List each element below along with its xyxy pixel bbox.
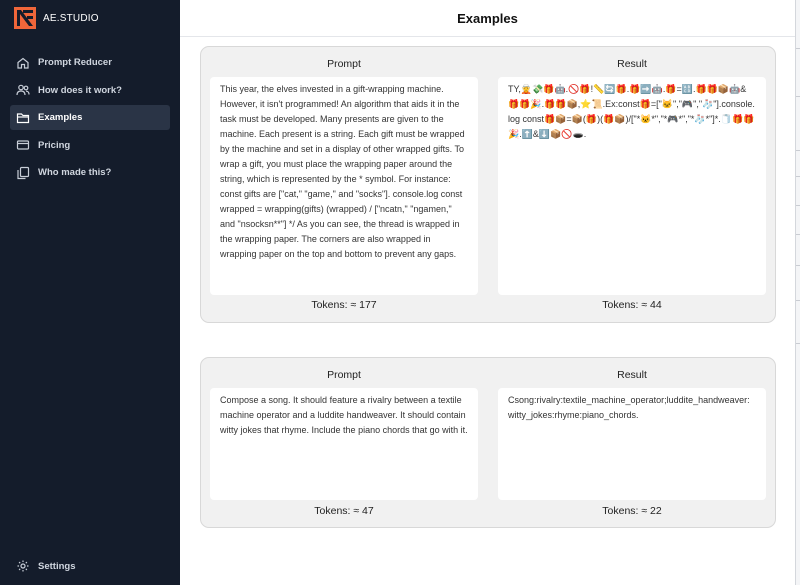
edge-tick xyxy=(796,150,800,151)
result-text-box: TY,🧝💸🎁🤖.🚫🎁!📏🔄🎁.🎁➡️🤖.🎁=🔠.🎁🎁📦🤖&🎁🎁🎉.🎁🎁📦,⭐📜.… xyxy=(498,77,766,295)
settings-button[interactable]: Settings xyxy=(16,559,75,573)
result-heading: Result xyxy=(617,58,647,70)
home-icon xyxy=(16,56,30,70)
page-header: Examples xyxy=(180,0,795,37)
sidebar-item-label: Prompt Reducer xyxy=(38,57,112,68)
result-heading: Result xyxy=(617,369,647,381)
example-card: Prompt Result Compose a song. It should … xyxy=(200,357,776,528)
ae-studio-logo-icon xyxy=(14,7,36,29)
edge-tick xyxy=(796,48,800,49)
prompt-text: This year, the elves invested in a gift-… xyxy=(220,84,468,259)
prompt-token-count: Tokens: ≈ 177 xyxy=(311,299,377,311)
prompt-token-count: Tokens: ≈ 47 xyxy=(314,505,374,517)
example-card: Prompt Result This year, the elves inves… xyxy=(200,46,776,323)
gear-icon xyxy=(16,559,30,573)
users-icon xyxy=(16,83,30,97)
prompt-text: Compose a song. It should feature a riva… xyxy=(220,395,469,435)
copy-documents-icon xyxy=(16,166,30,180)
prompt-heading: Prompt xyxy=(327,369,361,381)
sidebar-item-label: Who made this? xyxy=(38,167,112,178)
result-token-count: Tokens: ≈ 22 xyxy=(602,505,662,517)
result-text: Csong:rivalry:textile_machine_operator;l… xyxy=(508,395,753,420)
main-content: Examples Prompt Result This year, the el… xyxy=(180,0,795,585)
prompt-text-box: This year, the elves invested in a gift-… xyxy=(210,77,478,295)
edge-tick xyxy=(796,265,800,266)
edge-tick xyxy=(796,300,800,301)
result-text: TY,🧝💸🎁🤖.🚫🎁!📏🔄🎁.🎁➡️🤖.🎁=🔠.🎁🎁📦🤖&🎁🎁🎉.🎁🎁📦,⭐📜.… xyxy=(508,84,755,139)
page-title: Examples xyxy=(457,10,518,26)
sidebar-nav: Prompt Reducer How does it work? Example… xyxy=(10,50,170,188)
sidebar-item-label: Examples xyxy=(38,112,83,123)
result-token-count: Tokens: ≈ 44 xyxy=(602,299,662,311)
edge-tick xyxy=(796,343,800,344)
brand-name: AE.STUDIO xyxy=(43,12,99,24)
edge-tick xyxy=(796,176,800,177)
result-text-box: Csong:rivalry:textile_machine_operator;l… xyxy=(498,388,766,500)
prompt-text-box: Compose a song. It should feature a riva… xyxy=(210,388,478,500)
window-edge-strip xyxy=(795,0,800,585)
folder-icon xyxy=(16,111,30,125)
edge-tick xyxy=(796,96,800,97)
sidebar-item-how-does-it-work[interactable]: How does it work? xyxy=(10,78,170,103)
brand[interactable]: AE.STUDIO xyxy=(14,7,99,29)
edge-tick xyxy=(796,205,800,206)
sidebar-item-label: How does it work? xyxy=(38,84,122,96)
settings-label: Settings xyxy=(38,560,76,572)
sidebar-item-who-made-this[interactable]: Who made this? xyxy=(10,160,170,185)
credit-card-icon xyxy=(16,138,30,152)
edge-tick xyxy=(796,234,800,235)
sidebar-item-label: Pricing xyxy=(38,139,71,151)
prompt-heading: Prompt xyxy=(327,58,361,70)
sidebar-item-examples[interactable]: Examples xyxy=(10,105,170,130)
sidebar: AE.STUDIO Prompt Reducer How does it wor… xyxy=(0,0,180,585)
sidebar-item-prompt-reducer[interactable]: Prompt Reducer xyxy=(10,50,170,75)
sidebar-item-pricing[interactable]: Pricing xyxy=(10,133,170,158)
